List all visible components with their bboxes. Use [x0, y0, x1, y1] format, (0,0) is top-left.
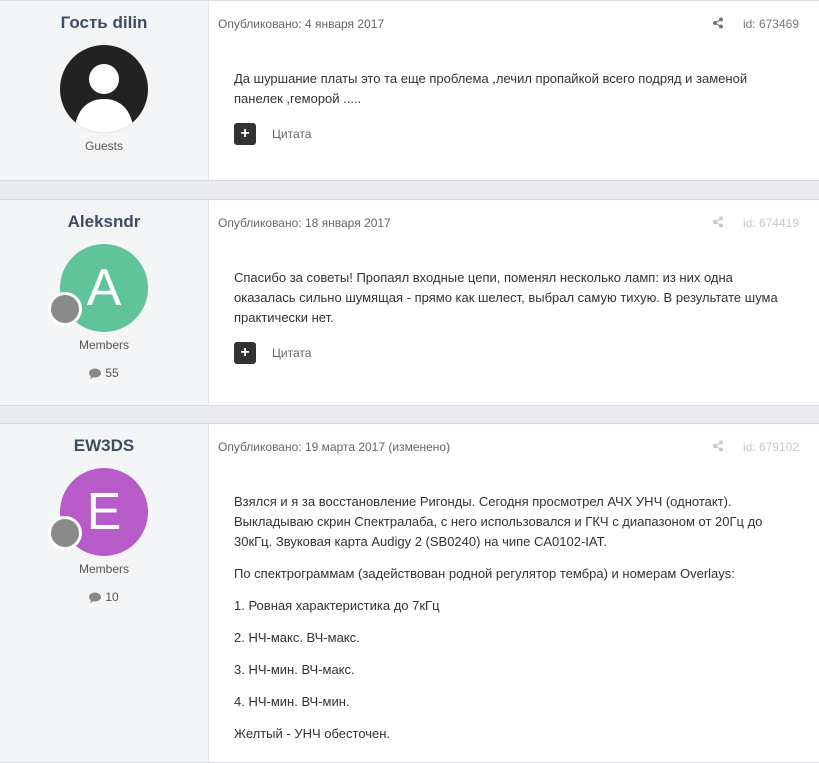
post-paragraph: 3. НЧ-мин. ВЧ-макс. [234, 662, 355, 677]
avatar[interactable]: E [48, 468, 148, 556]
post-paragraph: 4. НЧ-мин. ВЧ-мин. [234, 694, 350, 709]
post-paragraph: Взялся и я за восстановление Ригонды. Се… [234, 494, 763, 549]
share-icon[interactable] [712, 440, 724, 455]
post-body: Спасибо за советы! Пропаял входные цепи,… [234, 268, 794, 328]
author-panel: Гость dilin Guests [0, 1, 209, 180]
post-tools: id: 674419 [712, 216, 799, 231]
user-silhouette-icon [74, 64, 134, 133]
post-actions: + Цитата [234, 342, 819, 364]
post-actions: + Цитата [234, 123, 819, 145]
multiquote-button[interactable]: + [234, 123, 256, 145]
post-count: 10 [0, 590, 208, 604]
post-content: Опубликовано: 19 марта 2017 (изменено) i… [218, 424, 819, 756]
post-count-value: 55 [105, 366, 119, 380]
post-content: Опубликовано: 18 января 2017 id: 674419 … [218, 200, 819, 364]
post: Гость dilin Guests Опубликовано: 4 январ… [0, 0, 819, 181]
author-name[interactable]: Aleksndr [0, 212, 208, 232]
share-icon[interactable] [712, 17, 724, 32]
post-content: Опубликовано: 4 января 2017 id: 673469 Д… [218, 1, 819, 145]
comment-icon [89, 592, 102, 604]
author-name[interactable]: Гость dilin [0, 13, 208, 33]
user-group: Guests [84, 139, 123, 153]
post-count: 55 [0, 366, 208, 380]
post-paragraph: Спасибо за советы! Пропаял входные цепи,… [234, 270, 778, 325]
post-id[interactable]: id: 674419 [743, 216, 799, 230]
post-id[interactable]: id: 679102 [743, 440, 799, 454]
quote-button[interactable]: Цитата [272, 346, 311, 360]
post-paragraph: По спектрограммам (задействован родной р… [234, 566, 735, 581]
post-body: Да шуршание платы это та еще проблема ,л… [234, 69, 794, 109]
post-tools: id: 673469 [712, 17, 799, 32]
post-id[interactable]: id: 673469 [743, 17, 799, 31]
avatar[interactable]: A [48, 244, 148, 332]
post-paragraph: 1. Ровная характеристика до 7кГц [234, 598, 440, 613]
author-panel: Aleksndr A Members 55 [0, 200, 209, 405]
author-panel: EW3DS E Members 10 [0, 424, 209, 762]
avatar[interactable] [60, 45, 148, 133]
post: EW3DS E Members 10 Опубликовано: 19 март… [0, 423, 819, 763]
post-paragraph: Да шуршание платы это та еще проблема ,л… [234, 71, 748, 106]
comment-icon [89, 368, 102, 380]
post-paragraph: Желтый - УНЧ обесточен. [234, 726, 391, 741]
post-tools: id: 679102 [712, 440, 799, 455]
post-body: Взялся и я за восстановление Ригонды. Се… [234, 492, 794, 744]
share-icon[interactable] [712, 216, 724, 231]
rank-badge-icon [48, 292, 82, 326]
rank-badge-icon [48, 516, 82, 550]
multiquote-button[interactable]: + [234, 342, 256, 364]
post-count-value: 10 [105, 590, 119, 604]
post-paragraph: 2. НЧ-макс. ВЧ-макс. [234, 630, 360, 645]
post: Aleksndr A Members 55 Опубликовано: 18 я… [0, 199, 819, 406]
author-name[interactable]: EW3DS [0, 436, 208, 456]
user-group: Members [78, 338, 129, 352]
quote-button[interactable]: Цитата [272, 127, 311, 141]
user-group: Members [78, 562, 129, 576]
